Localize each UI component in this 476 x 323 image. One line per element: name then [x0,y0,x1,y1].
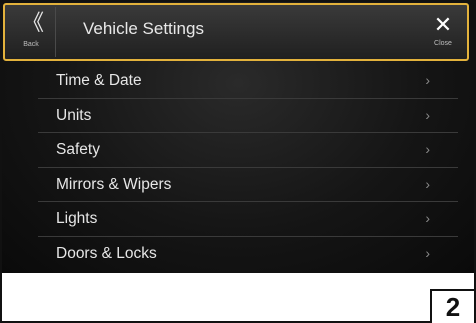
manual-page-frame: 《 Back Vehicle Settings ✕ Close Time & D… [0,0,476,323]
menu-item-label: Lights [56,210,98,227]
menu-item-time-date[interactable]: Time & Date › [38,64,458,99]
page-number-badge: 2 [430,289,474,323]
chevron-double-left-icon: 《 [21,10,44,35]
infotainment-screen: 《 Back Vehicle Settings ✕ Close Time & D… [2,2,474,273]
menu-item-lights[interactable]: Lights › [38,202,458,237]
menu-item-mirrors-wipers[interactable]: Mirrors & Wipers › [38,168,458,202]
close-icon: ✕ [433,12,453,37]
chevron-right-icon: › [425,244,430,261]
close-label: Close [434,40,452,47]
page-title: Vehicle Settings [83,19,204,38]
menu-item-label: Doors & Locks [56,244,157,262]
chevron-right-icon: › [425,175,430,192]
menu-item-label: Time & Date [56,72,142,89]
chevron-right-icon: › [425,210,430,226]
chevron-right-icon: › [425,72,430,88]
close-button[interactable]: ✕ Close [423,7,463,57]
menu-item-units[interactable]: Units › [38,99,458,133]
chevron-right-icon: › [425,106,430,123]
header-bar: 《 Back Vehicle Settings ✕ Close [3,3,469,61]
back-button[interactable]: 《 Back [7,7,56,57]
chevron-right-icon: › [425,141,430,157]
settings-menu: Time & Date › Units › Safety › Mirrors &… [38,64,458,271]
menu-item-safety[interactable]: Safety › [38,133,458,168]
menu-item-label: Units [56,106,92,124]
back-label: Back [23,41,39,48]
menu-item-label: Mirrors & Wipers [56,175,172,193]
menu-item-doors-locks[interactable]: Doors & Locks › [38,237,458,272]
menu-item-label: Safety [56,141,100,158]
